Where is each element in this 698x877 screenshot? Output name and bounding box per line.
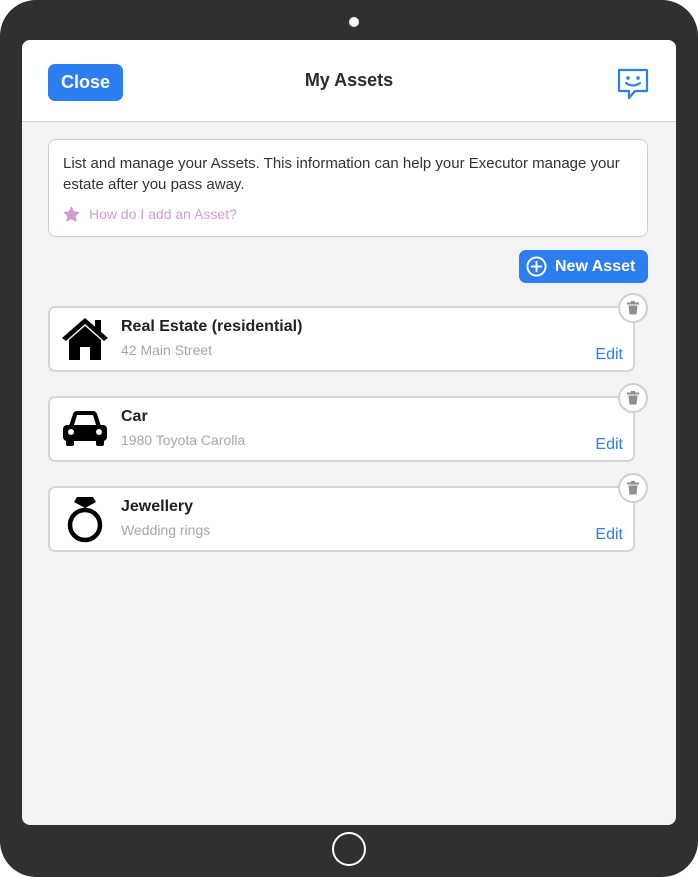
trash-icon <box>627 301 639 315</box>
home-button[interactable] <box>332 832 366 866</box>
camera-dot <box>349 17 359 27</box>
ring-icon <box>60 494 110 544</box>
trash-icon <box>627 481 639 495</box>
info-text: List and manage your Assets. This inform… <box>63 155 620 193</box>
help-link-label[interactable]: How do I add an Asset? <box>89 206 237 222</box>
asset-title: Car <box>121 408 148 425</box>
asset-card[interactable]: Real Estate (residential) 42 Main Street… <box>48 306 635 372</box>
edit-link[interactable]: Edit <box>595 526 623 544</box>
asset-title: Real Estate (residential) <box>121 318 303 335</box>
chat-smile-icon[interactable] <box>616 67 650 101</box>
star-icon <box>63 206 80 222</box>
car-icon <box>60 404 110 454</box>
tablet-frame: Close My Assets List and manage your Ass… <box>0 0 698 877</box>
asset-card[interactable]: Jewellery Wedding rings Edit <box>48 486 635 552</box>
new-asset-button[interactable]: New Asset <box>519 250 648 283</box>
help-link[interactable]: How do I add an Asset? <box>63 205 237 223</box>
edit-link[interactable]: Edit <box>595 346 623 364</box>
asset-title: Jewellery <box>121 498 194 515</box>
asset-card[interactable]: Car 1980 Toyota Carolla Edit <box>48 396 635 462</box>
edit-link[interactable]: Edit <box>595 436 623 454</box>
info-box: List and manage your Assets. This inform… <box>48 139 648 237</box>
asset-subtitle: 1980 Toyota Carolla <box>121 432 246 448</box>
app-screen: Close My Assets List and manage your Ass… <box>22 40 676 825</box>
house-icon <box>60 314 110 364</box>
new-asset-label: New Asset <box>555 257 636 275</box>
delete-button[interactable] <box>618 383 648 413</box>
header-bar: Close My Assets <box>22 40 676 122</box>
page-title: My Assets <box>304 70 394 90</box>
trash-icon <box>627 391 639 405</box>
delete-button[interactable] <box>618 293 648 323</box>
asset-subtitle: 42 Main Street <box>121 342 213 358</box>
delete-button[interactable] <box>618 473 648 503</box>
plus-circle-icon <box>526 256 547 277</box>
asset-subtitle: Wedding rings <box>121 522 211 538</box>
